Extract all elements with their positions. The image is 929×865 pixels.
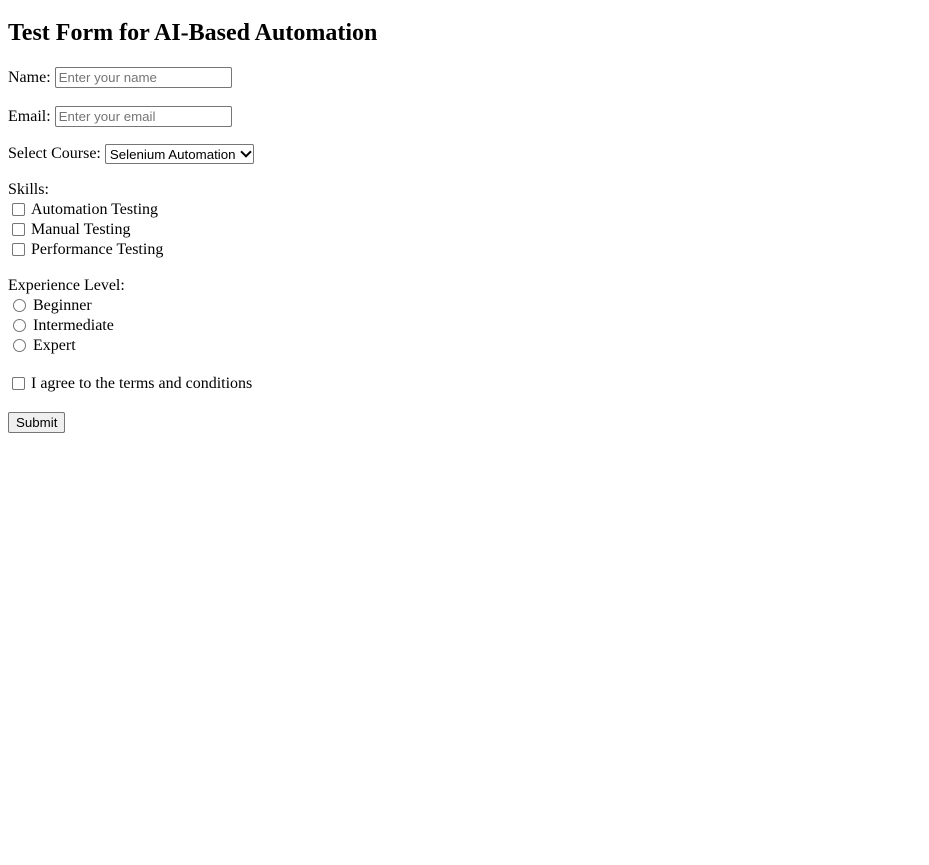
chevron-down-icon <box>239 146 252 158</box>
experience-option-label: Beginner <box>33 297 92 314</box>
experience-radio[interactable] <box>13 318 26 332</box>
experience-option[interactable]: Expert <box>8 337 76 355</box>
course-row: Select Course: Selenium Automation <box>8 144 254 164</box>
skill-option[interactable]: Automation Testing <box>8 201 158 219</box>
skills-heading: Skills: <box>8 181 49 199</box>
skill-label: Manual Testing <box>31 221 131 238</box>
experience-radio[interactable] <box>13 298 26 312</box>
terms-checkbox[interactable] <box>12 376 25 390</box>
submit-row: Submit <box>8 412 66 433</box>
email-input[interactable] <box>54 106 232 127</box>
name-row: Name: <box>8 67 232 88</box>
skill-label: Automation Testing <box>31 201 159 218</box>
skill-option[interactable]: Manual Testing <box>8 221 130 239</box>
email-row: Email: <box>8 106 232 127</box>
terms-label: I agree to the terms and conditions <box>31 375 253 392</box>
experience-heading: Experience Level: <box>8 277 125 295</box>
submit-button[interactable]: Submit <box>8 412 66 433</box>
course-selected-value: Selenium Automation <box>109 146 236 162</box>
experience-option[interactable]: Intermediate <box>8 317 114 335</box>
skill-checkbox[interactable] <box>12 222 25 236</box>
page-title: Test Form for AI-Based Automation <box>8 20 378 46</box>
experience-radio[interactable] <box>13 338 26 352</box>
experience-option-label: Expert <box>33 337 76 354</box>
skill-option[interactable]: Performance Testing <box>8 241 163 259</box>
experience-option[interactable]: Beginner <box>8 297 92 315</box>
skills-label: Skills: <box>8 181 49 198</box>
course-label: Select Course: <box>8 145 101 162</box>
name-input[interactable] <box>54 67 232 88</box>
skill-checkbox[interactable] <box>12 242 25 256</box>
skill-checkbox[interactable] <box>12 202 25 216</box>
skill-label: Performance Testing <box>31 241 164 258</box>
terms-row[interactable]: I agree to the terms and conditions <box>8 375 252 393</box>
name-label: Name: <box>8 68 51 86</box>
course-select[interactable]: Selenium Automation <box>104 144 254 164</box>
email-label: Email: <box>8 107 51 125</box>
experience-label: Experience Level: <box>8 277 125 294</box>
experience-option-label: Intermediate <box>33 317 114 334</box>
